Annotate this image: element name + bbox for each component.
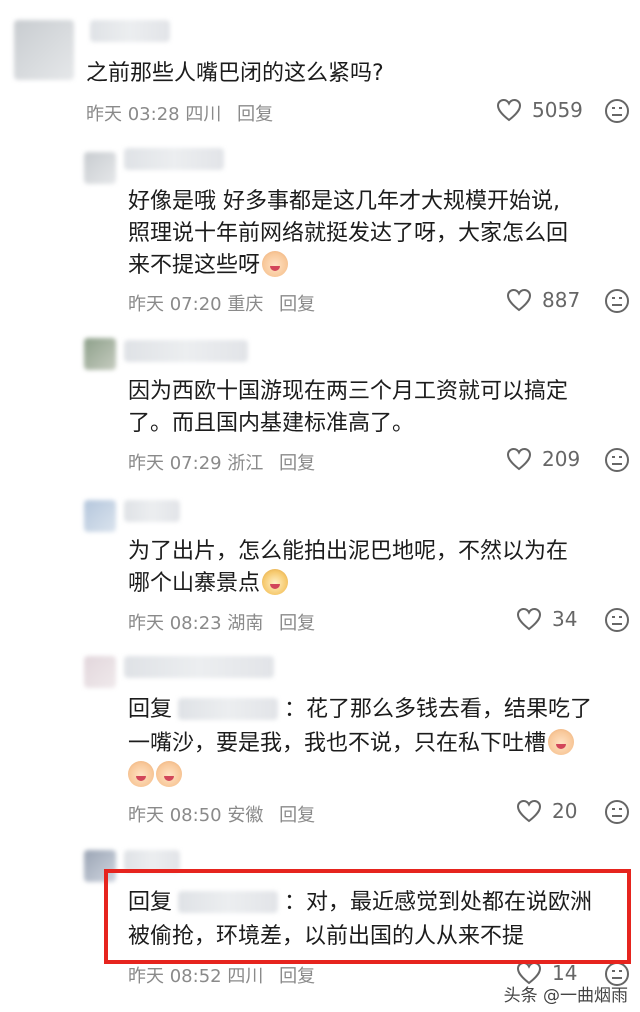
- like-count: 209: [542, 447, 581, 471]
- heart-icon: [516, 607, 542, 631]
- reply-button[interactable]: 回复: [279, 805, 315, 826]
- reply-prefix: 回复: [128, 697, 173, 722]
- comment-text: 之前那些人嘴巴闭的这么紧吗?: [86, 61, 384, 86]
- comment-text: 因为西欧十国游现在两三个月工资就可以搞定: [128, 379, 569, 404]
- avatar[interactable]: [84, 656, 116, 688]
- comment-meta: 昨天 07:20 重庆 回复: [128, 290, 315, 316]
- watermark: 头条 @一曲烟雨: [503, 986, 628, 1006]
- reply-button[interactable]: 回复: [279, 294, 315, 315]
- username-blurred[interactable]: [124, 340, 248, 362]
- heart-icon: [496, 98, 522, 122]
- like-count: 20: [552, 799, 578, 823]
- comment-time: 昨天 07:20: [128, 294, 222, 315]
- username-blurred[interactable]: [124, 656, 274, 678]
- reaction-icon[interactable]: [604, 799, 630, 825]
- comment-location: 湖南: [227, 613, 264, 634]
- comment-text: 为了出片，怎么能拍出泥巴地呢，不然以为在: [128, 539, 569, 564]
- crying-emoji-icon: [262, 251, 289, 277]
- reaction-icon[interactable]: [604, 288, 630, 314]
- like-button[interactable]: 34: [516, 607, 577, 631]
- username-blurred[interactable]: [124, 500, 180, 522]
- reply-button[interactable]: 回复: [279, 453, 315, 474]
- avatar[interactable]: [84, 338, 116, 370]
- comment-location: 四川: [185, 104, 222, 125]
- like-button[interactable]: 209: [506, 447, 580, 471]
- comment-meta: 昨天 08:23 湖南 回复: [128, 609, 315, 635]
- comment-location: 四川: [227, 966, 264, 987]
- heart-icon: [506, 447, 532, 471]
- like-count: 34: [552, 607, 578, 631]
- dog-emoji-icon: [262, 569, 289, 595]
- like-count: 5059: [532, 98, 583, 122]
- reply-button[interactable]: 回复: [279, 966, 315, 987]
- comment-text: 照理说十年前网络就挺发达了呀，大家怎么回: [128, 221, 569, 246]
- comment-text: 回复 ：花了那么多钱去看，结果吃了: [128, 697, 593, 722]
- comment-time: 昨天 03:28: [86, 104, 180, 125]
- comment-text: 来不提这些呀: [128, 250, 289, 282]
- heart-icon: [516, 799, 542, 823]
- comment-meta: 昨天 07:29 浙江 回复: [128, 449, 315, 475]
- reaction-icon[interactable]: [604, 607, 630, 633]
- reply-button[interactable]: 回复: [279, 613, 315, 634]
- reaction-icon[interactable]: [604, 98, 630, 124]
- username-blurred[interactable]: [90, 20, 170, 42]
- comment-meta: 昨天 08:52 四川 回复: [128, 962, 315, 988]
- comment-text: 了。而且国内基建标准高了。: [128, 411, 415, 436]
- avatar[interactable]: [84, 500, 116, 532]
- avatar[interactable]: [84, 152, 116, 184]
- comment-meta: 昨天 08:50 安徽 回复: [128, 801, 315, 827]
- comment-location: 浙江: [227, 453, 264, 474]
- avatar[interactable]: [14, 20, 74, 80]
- comment-text: 一嘴沙，要是我，我也不说，只在私下吐槽: [128, 728, 575, 760]
- reply-target-blurred[interactable]: [178, 698, 279, 720]
- comment-meta: 昨天 03:28 四川 回复: [86, 100, 273, 126]
- like-button[interactable]: 5059: [496, 98, 583, 122]
- comment-text: 哪个山寨景点: [128, 568, 289, 600]
- username-blurred[interactable]: [124, 148, 224, 170]
- comment-time: 昨天 08:23: [128, 613, 222, 634]
- comment-time: 昨天 08:52: [128, 966, 222, 987]
- like-count: 887: [542, 288, 581, 312]
- comment-time: 昨天 07:29: [128, 453, 222, 474]
- comment-text: [126, 760, 182, 792]
- like-button[interactable]: 887: [506, 288, 580, 312]
- reply-button[interactable]: 回复: [237, 104, 273, 125]
- highlight-box: [104, 869, 631, 964]
- heart-icon: [506, 288, 532, 312]
- crying-emoji-icon: [128, 761, 154, 787]
- reaction-icon[interactable]: [604, 447, 630, 473]
- crying-emoji-icon: [156, 761, 182, 787]
- like-button[interactable]: 20: [516, 799, 577, 823]
- comment-location: 重庆: [227, 294, 264, 315]
- comment-text: 好像是哦 好多事都是这几年才大规模开始说,: [128, 189, 560, 214]
- comment-location: 安徽: [227, 805, 264, 826]
- comment-time: 昨天 08:50: [128, 805, 222, 826]
- crying-emoji-icon: [548, 729, 575, 755]
